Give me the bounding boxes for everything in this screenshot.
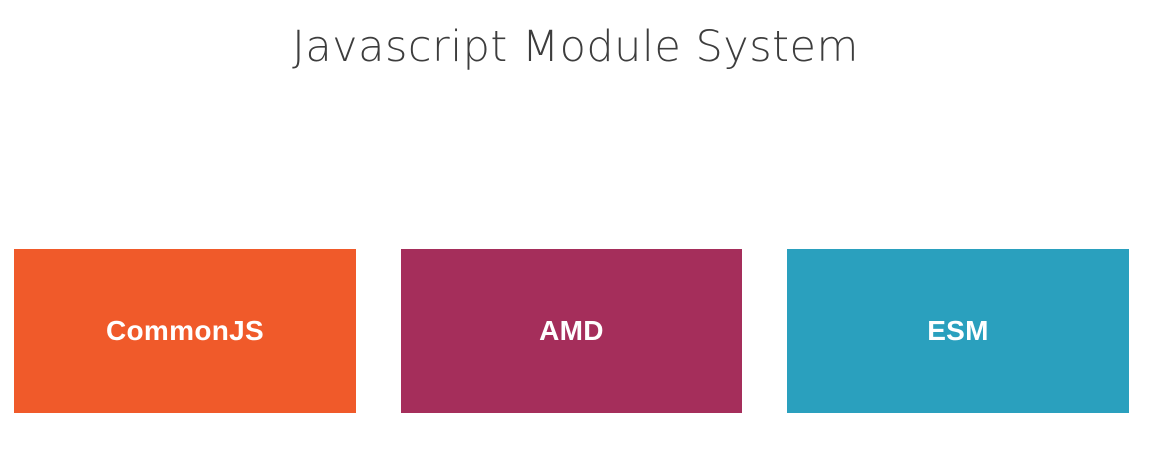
module-label-commonjs: CommonJS — [106, 315, 264, 346]
module-box-amd: AMD — [401, 249, 742, 413]
module-box-esm: ESM — [787, 249, 1129, 413]
slide-title: Javascript Module System — [292, 22, 859, 72]
module-label-amd: AMD — [539, 315, 604, 346]
module-label-esm: ESM — [927, 315, 989, 346]
module-box-commonjs: CommonJS — [14, 249, 356, 413]
